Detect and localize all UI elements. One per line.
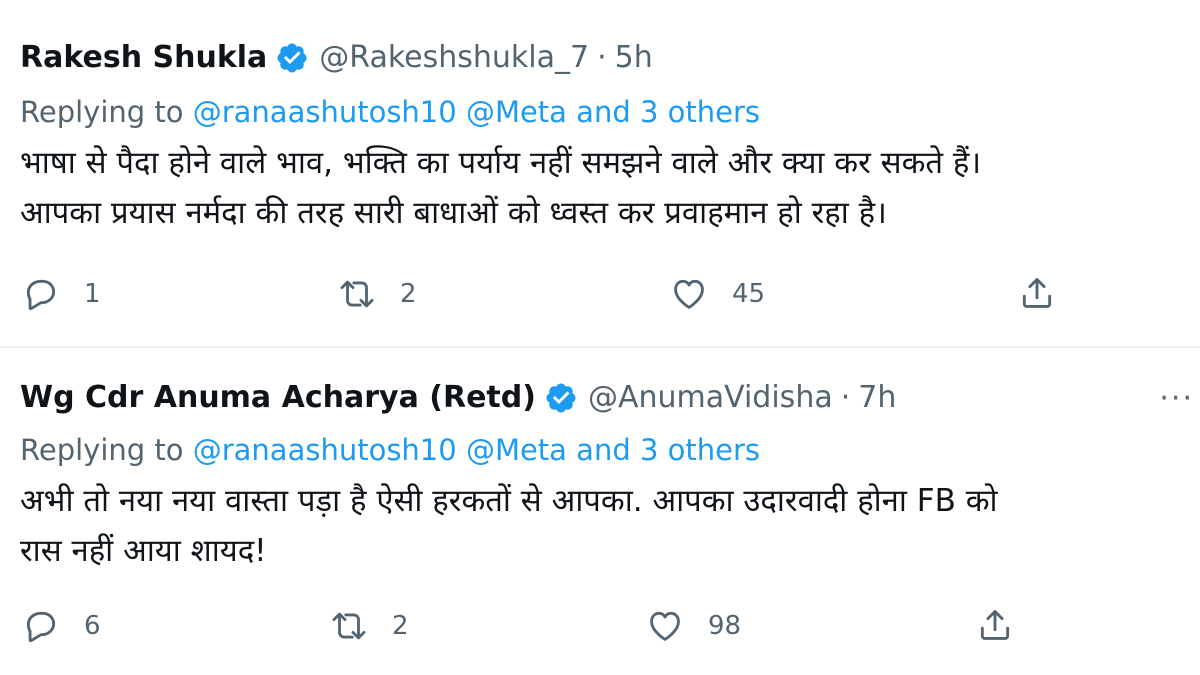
mention-ranaashutosh10[interactable]: @ranaashutosh10 — [193, 95, 457, 129]
replying-to-line: Replying to @ranaashutosh10 @Meta and 3 … — [20, 94, 760, 130]
reply-button[interactable]: 1 — [22, 274, 101, 314]
reply-bubble-icon — [26, 279, 56, 311]
tweet-anuma-acharya[interactable]: Wg Cdr Anuma Acharya (Retd) @AnumaVidish… — [0, 348, 1200, 675]
reply-button[interactable]: 6 — [22, 606, 101, 646]
like-button[interactable]: 45 — [670, 274, 765, 314]
tweet-actions: 6 2 98 — [0, 606, 1200, 646]
tweet-actions: 1 2 45 — [0, 274, 1200, 314]
share-button[interactable] — [1018, 274, 1080, 312]
retweet-count: 2 — [392, 611, 409, 641]
tweet-body-line: भाषा से पैदा होने वाले भाव, भक्ति का पर्… — [20, 145, 982, 181]
mention-others[interactable]: 3 others — [640, 433, 760, 467]
like-button[interactable]: 98 — [646, 606, 741, 646]
reply-count: 1 — [84, 279, 101, 309]
timestamp[interactable]: 7h — [858, 380, 896, 416]
mention-others[interactable]: 3 others — [640, 95, 760, 129]
tweet-header: Wg Cdr Anuma Acharya (Retd) @AnumaVidish… — [20, 380, 896, 416]
reply-count: 6 — [84, 611, 101, 641]
and-text: and — [566, 95, 640, 129]
retweet-icon — [340, 280, 374, 308]
reply-bubble-icon — [26, 611, 56, 643]
tweet-header: Rakesh Shukla @Rakeshshukla_7 · 5h — [20, 40, 653, 76]
author-handle[interactable]: @Rakeshshukla_7 — [319, 40, 589, 76]
retweet-button[interactable]: 2 — [338, 274, 417, 314]
share-icon — [980, 610, 1010, 640]
separator-dot: · — [840, 380, 851, 415]
more-options-icon[interactable]: ··· — [1159, 384, 1194, 414]
replying-prefix: Replying to — [20, 95, 193, 129]
verified-badge-icon — [544, 381, 578, 415]
tweet-body-line: आपका प्रयास नर्मदा की तरह सारी बाधाओं को… — [20, 195, 887, 231]
share-button[interactable] — [976, 606, 1038, 644]
like-count: 45 — [732, 279, 766, 309]
tweet-body: भाषा से पैदा होने वाले भाव, भक्ति का पर्… — [20, 138, 1200, 238]
tweet-body-line: रास नहीं आया शायद! — [20, 533, 267, 569]
verified-badge-icon — [275, 41, 309, 75]
author-name[interactable]: Rakesh Shukla — [20, 40, 267, 76]
retweet-icon — [332, 612, 366, 640]
and-text: and — [566, 433, 640, 467]
mention-meta[interactable]: @Meta — [466, 95, 567, 129]
timestamp[interactable]: 5h — [615, 40, 653, 76]
tweet-body-line: अभी तो नया नया वास्ता पड़ा है ऐसी हरकतों… — [20, 483, 998, 519]
heart-icon — [650, 611, 680, 641]
author-name[interactable]: Wg Cdr Anuma Acharya (Retd) — [20, 380, 536, 416]
mention-ranaashutosh10[interactable]: @ranaashutosh10 — [193, 433, 457, 467]
retweet-button[interactable]: 2 — [330, 606, 409, 646]
like-count: 98 — [708, 611, 742, 641]
author-handle[interactable]: @AnumaVidisha — [588, 380, 833, 416]
tweet-rakesh-shukla[interactable]: Rakesh Shukla @Rakeshshukla_7 · 5h Reply… — [0, 0, 1200, 348]
mention-meta[interactable]: @Meta — [466, 433, 567, 467]
share-icon — [1022, 278, 1052, 308]
retweet-count: 2 — [400, 279, 417, 309]
heart-icon — [674, 279, 704, 309]
tweet-body: अभी तो नया नया वास्ता पड़ा है ऐसी हरकतों… — [20, 476, 1200, 576]
separator-dot: · — [597, 40, 607, 75]
replying-to-line: Replying to @ranaashutosh10 @Meta and 3 … — [20, 432, 760, 468]
replying-prefix: Replying to — [20, 433, 193, 467]
